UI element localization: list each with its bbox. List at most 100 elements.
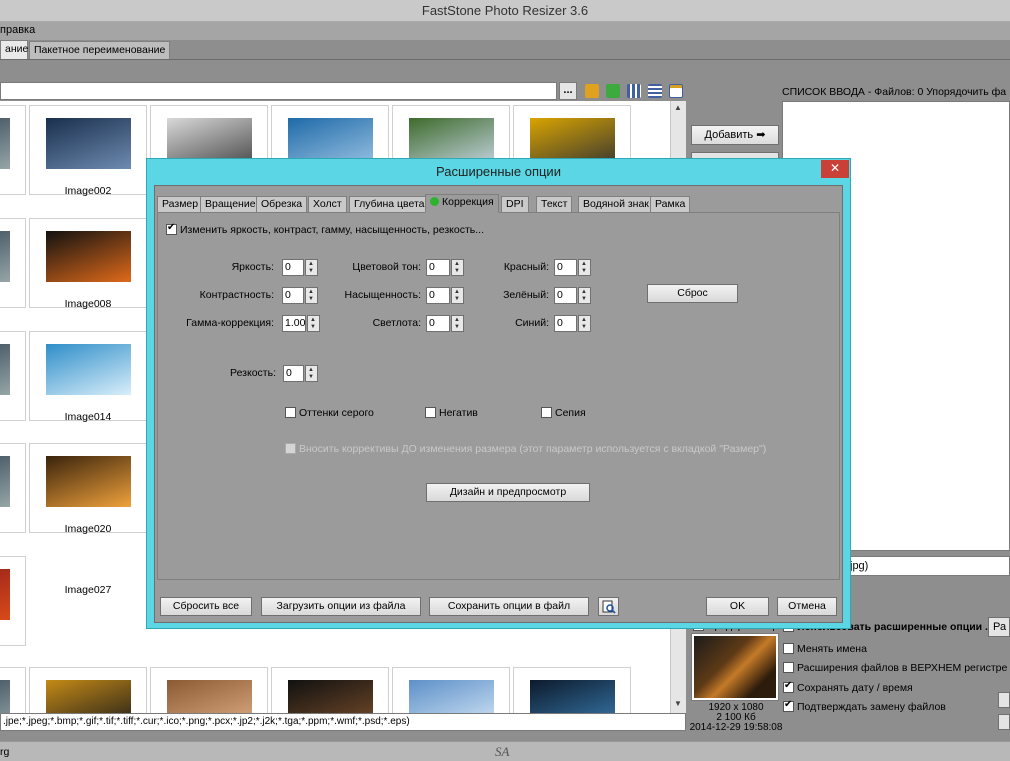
green-stepper[interactable]: ▲ ▼ <box>578 287 591 304</box>
gamma-stepper[interactable]: ▲ ▼ <box>307 315 320 332</box>
option-rename[interactable]: Менять имена <box>783 643 867 655</box>
tab-size[interactable]: Размер <box>157 196 204 212</box>
brightness-stepper[interactable]: ▲ ▼ <box>305 259 318 276</box>
tab-correction[interactable]: Коррекция <box>425 194 499 213</box>
thumbnail-label: Image027 <box>64 584 112 596</box>
correction-panel: Изменить яркость, контраст, гамму, насыщ… <box>157 212 840 580</box>
design-preview-button[interactable]: Дизайн и предпросмотр <box>426 483 590 502</box>
preview-file-button[interactable] <box>598 597 619 616</box>
option-rename-checkbox[interactable] <box>783 643 794 654</box>
tab-batch-rename[interactable]: Пакетное переименование <box>29 41 171 59</box>
enable-correction-checkbox[interactable] <box>166 222 177 235</box>
option-confirm-overwrite[interactable]: Подтверждать замену файлов <box>783 699 946 713</box>
scroll-up-icon[interactable]: ▲ <box>674 103 682 112</box>
folder-up-icon[interactable] <box>585 84 599 98</box>
tab-rotate[interactable]: Вращение <box>200 196 261 212</box>
blue-stepper[interactable]: ▲ ▼ <box>578 315 591 332</box>
cancel-button[interactable]: Отмена <box>777 597 837 616</box>
small-button-2[interactable] <box>998 714 1010 730</box>
before-resize-option: Вносить коррективы ДО изменения размера … <box>285 443 766 455</box>
close-icon[interactable]: ✕ <box>821 160 849 178</box>
thumbnail-view-icon[interactable] <box>627 84 641 98</box>
lightness-input[interactable]: 0 <box>426 315 450 332</box>
thumbnail-label: Image020 <box>64 523 112 535</box>
advanced-options-button[interactable]: Ра <box>988 617 1010 637</box>
add-button[interactable]: Добавить ➡ <box>691 125 779 145</box>
thumbnail-cell[interactable] <box>0 443 26 533</box>
thumbnail-cell[interactable] <box>29 218 147 308</box>
ok-button[interactable]: OK <box>706 597 769 616</box>
menu-item-edit[interactable]: правка <box>0 24 35 36</box>
gamma-input[interactable]: 1.00 <box>282 315 306 332</box>
grayscale-option[interactable]: Оттенки серого <box>285 407 374 419</box>
thumbnail-cell[interactable] <box>392 667 510 713</box>
thumbnail-cell[interactable] <box>513 667 631 713</box>
hue-stepper[interactable]: ▲ ▼ <box>451 259 464 276</box>
tab-dpi[interactable]: DPI <box>501 196 529 212</box>
red-stepper[interactable]: ▲ ▼ <box>578 259 591 276</box>
browse-folder-button[interactable]: ... <box>559 82 577 100</box>
green-input[interactable]: 0 <box>554 287 577 304</box>
red-input[interactable]: 0 <box>554 259 577 276</box>
tab-color-depth[interactable]: Глубина цвета <box>349 196 430 212</box>
thumbnail-cell[interactable] <box>0 218 26 308</box>
tab-frame[interactable]: Рамка <box>650 196 691 212</box>
save-options-button[interactable]: Сохранить опции в файл <box>429 597 589 616</box>
tab-resize[interactable]: ание <box>0 40 28 59</box>
small-button-1[interactable] <box>998 692 1010 708</box>
thumbnail-cell[interactable] <box>29 331 147 421</box>
reset-all-button[interactable]: Сбросить все <box>160 597 252 616</box>
option-uppercase-ext[interactable]: Расширения файлов в ВЕРХНЕМ регистре <box>783 662 1007 674</box>
tab-crop[interactable]: Обрезка <box>256 196 308 212</box>
sepia-option[interactable]: Сепия <box>541 407 586 419</box>
sharpness-stepper[interactable]: ▲ ▼ <box>305 365 318 382</box>
thumbnail-cell[interactable] <box>0 331 26 421</box>
hue-input[interactable]: 0 <box>426 259 450 276</box>
refresh-icon[interactable] <box>606 84 620 98</box>
brightness-input[interactable]: 0 <box>282 259 304 276</box>
blue-input[interactable]: 0 <box>554 315 577 332</box>
option-uppercase-ext-checkbox[interactable] <box>783 662 794 673</box>
thumbnail-cell[interactable] <box>29 667 147 713</box>
option-keep-date-checkbox[interactable] <box>783 680 794 693</box>
grayscale-checkbox[interactable] <box>285 407 296 418</box>
thumbnail-cell[interactable] <box>29 443 147 533</box>
tab-watermark[interactable]: Водяной знак <box>578 196 654 212</box>
before-resize-checkbox <box>285 443 296 454</box>
folder-path-input[interactable] <box>0 82 557 100</box>
sepia-checkbox[interactable] <box>541 407 552 418</box>
negative-checkbox[interactable] <box>425 407 436 418</box>
thumbnail-cell[interactable] <box>29 105 147 195</box>
thumbnail-cell[interactable] <box>0 556 26 646</box>
saturation-label: Насыщенность: <box>344 289 421 301</box>
sharpness-input[interactable]: 0 <box>283 365 304 382</box>
tab-canvas[interactable]: Холст <box>308 196 347 212</box>
hue-label: Цветовой тон: <box>352 261 421 273</box>
thumbnail-image <box>0 456 10 507</box>
saturation-input[interactable]: 0 <box>426 287 450 304</box>
menu-bar: правка <box>0 22 1010 40</box>
option-keep-date[interactable]: Сохранять дату / время <box>783 680 913 694</box>
details-view-icon[interactable] <box>669 84 683 98</box>
negative-option[interactable]: Негатив <box>425 407 478 419</box>
thumbnail-cell[interactable] <box>150 667 268 713</box>
output-format-select[interactable]: jpg) <box>845 556 1010 576</box>
load-options-button[interactable]: Загрузить опции из файла <box>261 597 421 616</box>
list-view-icon[interactable] <box>648 84 662 98</box>
lightness-stepper[interactable]: ▲ ▼ <box>451 315 464 332</box>
option-confirm-overwrite-checkbox[interactable] <box>783 699 794 712</box>
contrast-stepper[interactable]: ▲ ▼ <box>305 287 318 304</box>
thumbnail-image <box>288 680 373 713</box>
enable-correction[interactable]: Изменить яркость, контраст, гамму, насыщ… <box>166 222 484 236</box>
tab-text[interactable]: Текст <box>536 196 573 212</box>
contrast-input[interactable]: 0 <box>282 287 304 304</box>
preview-date: 2014-12-29 19:58:08 <box>689 722 783 733</box>
reset-button[interactable]: Сброс <box>647 284 738 303</box>
saturation-stepper[interactable]: ▲ ▼ <box>451 287 464 304</box>
thumbnail-image <box>409 680 494 713</box>
thumbnail-cell[interactable] <box>0 105 26 195</box>
file-filter-box[interactable]: .jpe;*.jpeg;*.bmp;*.gif;*.tif;*.tiff;*.c… <box>0 713 686 731</box>
thumbnail-cell[interactable] <box>0 667 26 713</box>
thumbnail-cell[interactable] <box>271 667 389 713</box>
scroll-down-icon[interactable]: ▼ <box>674 699 682 708</box>
